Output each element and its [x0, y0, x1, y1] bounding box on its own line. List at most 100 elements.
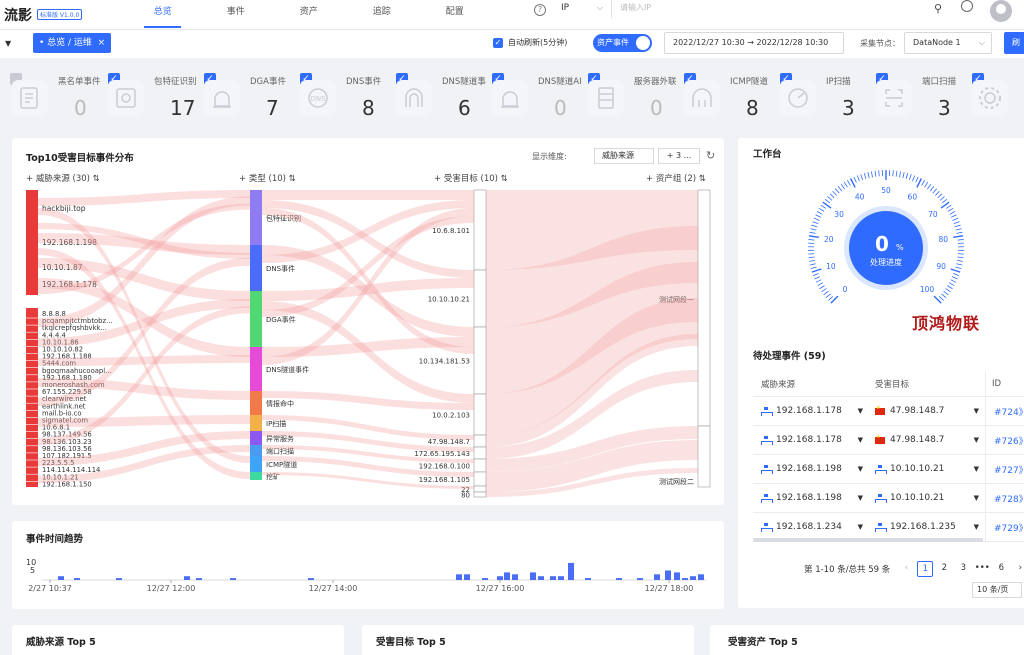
- nav-overview[interactable]: 总览: [126, 0, 199, 30]
- target-ip: 47.98.148.7: [890, 435, 945, 445]
- caret-down-icon[interactable]: ▼: [858, 494, 863, 502]
- gauge-tick: [947, 285, 953, 290]
- trend-bar: [654, 574, 660, 580]
- caret-down-icon[interactable]: ▼: [974, 436, 979, 444]
- gauge-tick: [955, 228, 962, 231]
- china-flag-icon: [875, 434, 885, 444]
- page-ellipsis[interactable]: •••: [974, 561, 990, 577]
- stat-card[interactable]: DGA事件 7 ✓: [200, 66, 312, 130]
- trend-bar: [550, 576, 556, 580]
- caret-down-icon[interactable]: ▼: [858, 465, 863, 473]
- search-type-select[interactable]: IP ⌵: [552, 0, 612, 18]
- history-icon[interactable]: [961, 0, 973, 12]
- nav-config[interactable]: 配置: [418, 0, 491, 30]
- trend-bar: [464, 574, 470, 580]
- top-bar: 流影 标准版 V1.0.0 总览 事件 资产 追踪 配置 ? IP ⌵ 请输入IP…: [0, 0, 1024, 30]
- stat-card[interactable]: 端口扫描 3 ✓: [872, 66, 984, 130]
- event-id-link[interactable]: #729》: [985, 513, 1024, 541]
- target-node: [473, 485, 487, 493]
- event-id-link[interactable]: #727》: [985, 455, 1024, 483]
- collapse-icon[interactable]: ▼: [5, 39, 11, 48]
- trend-bar: [184, 576, 190, 580]
- trend-bar: [568, 562, 574, 580]
- stat-card[interactable]: 服务器外联 0 ✓: [584, 66, 696, 130]
- page-3[interactable]: 3: [955, 561, 971, 577]
- date-end: 2022/12/28 10:30: [756, 38, 829, 47]
- auto-refresh-checkbox[interactable]: ✓ 自动刷新(5分钟): [493, 37, 567, 48]
- event-id: #728》: [994, 494, 1024, 505]
- table-row[interactable]: 192.168.1.198 ▼ 10.10.10.21 ▼ #728》: [753, 484, 1024, 513]
- page-size-select[interactable]: 10 条/页: [972, 582, 1022, 598]
- next-page-icon[interactable]: ›: [1012, 561, 1024, 577]
- trend-bar: [585, 578, 591, 580]
- caret-down-icon[interactable]: ▼: [974, 407, 979, 415]
- gauge-tick: [905, 172, 909, 179]
- trend-bar: [558, 576, 564, 580]
- caret-down-icon[interactable]: ▼: [974, 523, 979, 531]
- gauge-unit: %: [896, 243, 904, 252]
- stat-card[interactable]: [968, 66, 1024, 130]
- type-label: 情报命中: [266, 399, 294, 408]
- chevron-down-icon: ⌵: [978, 38, 985, 47]
- stat-value: 8: [362, 96, 375, 120]
- caret-down-icon[interactable]: ▼: [858, 523, 863, 531]
- trend-bar: [698, 574, 704, 580]
- table-body: 192.168.1.178▼47.98.148.7▼#724》192.168.1…: [753, 397, 1024, 542]
- node-select[interactable]: DataNode 1 ⌵: [904, 32, 992, 54]
- search-icon[interactable]: ⚲: [934, 2, 942, 15]
- header-target: 受害目标: [875, 379, 910, 390]
- target-label: 80: [461, 492, 470, 500]
- stat-card[interactable]: DNS隧道AI 0 ✓: [488, 66, 600, 130]
- trend-bar: [674, 572, 680, 580]
- caret-down-icon[interactable]: ▼: [858, 436, 863, 444]
- asset-event-label: 资产事件: [597, 38, 629, 47]
- help-icon[interactable]: ?: [534, 4, 546, 16]
- gauge-tick: [820, 204, 827, 209]
- trend-bar: [690, 576, 696, 580]
- event-id-link[interactable]: #726》: [985, 426, 1024, 454]
- stat-card[interactable]: DNS隧道事件6✓: [392, 66, 504, 130]
- asset-event-toggle[interactable]: 资产事件: [593, 34, 652, 52]
- x-tick-label: 12/27 16:00: [476, 584, 525, 593]
- nav-assets[interactable]: 资产: [272, 0, 345, 30]
- ip-search-input[interactable]: 请输入IP: [620, 0, 930, 18]
- caret-down-icon[interactable]: ▼: [974, 494, 979, 502]
- network-icon: [761, 522, 773, 532]
- table-row[interactable]: 192.168.1.178 ▼ 47.98.148.7 ▼ #726》: [753, 426, 1024, 455]
- page-6[interactable]: 6: [993, 561, 1009, 577]
- caret-down-icon[interactable]: ▼: [858, 407, 863, 415]
- stat-card[interactable]: DNS DNS事件 8 ✓: [296, 66, 408, 130]
- horizontal-scrollbar[interactable]: [753, 538, 983, 542]
- nav-trace[interactable]: 追踪: [345, 0, 418, 30]
- caret-down-icon[interactable]: ▼: [974, 465, 979, 473]
- gauge-tick: [832, 190, 838, 196]
- top5-target-card: 受害目标 Top 5: [362, 625, 694, 655]
- breadcrumb-tab[interactable]: • 总览 / 运维 ×: [33, 33, 112, 53]
- stat-card[interactable]: ICMP隧道 8 ✓: [680, 66, 792, 130]
- type-node: [250, 472, 262, 480]
- table-row[interactable]: 192.168.1.178 ▼ 47.98.148.7 ▼ #724》: [753, 397, 1024, 426]
- stat-label: DNS事件: [346, 77, 382, 87]
- stat-label: 包特征识别: [154, 77, 197, 87]
- event-id-link[interactable]: #728》: [985, 484, 1024, 512]
- top5-asset-title: 受害资产 Top 5: [728, 637, 798, 648]
- gauge-tick: [818, 207, 825, 212]
- target-node: [473, 491, 487, 498]
- event-id: #726》: [994, 436, 1024, 447]
- nav-events[interactable]: 事件: [199, 0, 272, 30]
- source-node-block: [26, 190, 38, 295]
- date-range-picker[interactable]: 2022/12/27 10:30 → 2022/12/28 10:30: [664, 32, 844, 54]
- event-id-link[interactable]: #724》: [985, 397, 1024, 425]
- stat-card[interactable]: 包特征识别 17 ✓: [104, 66, 216, 130]
- table-row[interactable]: 192.168.1.198 ▼ 10.10.10.21 ▼ #727》: [753, 455, 1024, 484]
- page-1[interactable]: 1: [917, 561, 934, 577]
- stat-card[interactable]: 黑名单事件 0 ✓: [8, 66, 120, 130]
- pending-events-title: 待处理事件 (59): [753, 351, 826, 362]
- prev-page-icon[interactable]: ‹: [898, 561, 914, 577]
- gauge-tick: [952, 217, 959, 221]
- page-2[interactable]: 2: [936, 561, 952, 577]
- refresh-button[interactable]: 刷: [1004, 32, 1024, 54]
- stat-card[interactable]: IP扫描 3 ✓: [776, 66, 888, 130]
- target-ip: 192.168.1.235: [890, 522, 956, 532]
- avatar[interactable]: [990, 0, 1012, 22]
